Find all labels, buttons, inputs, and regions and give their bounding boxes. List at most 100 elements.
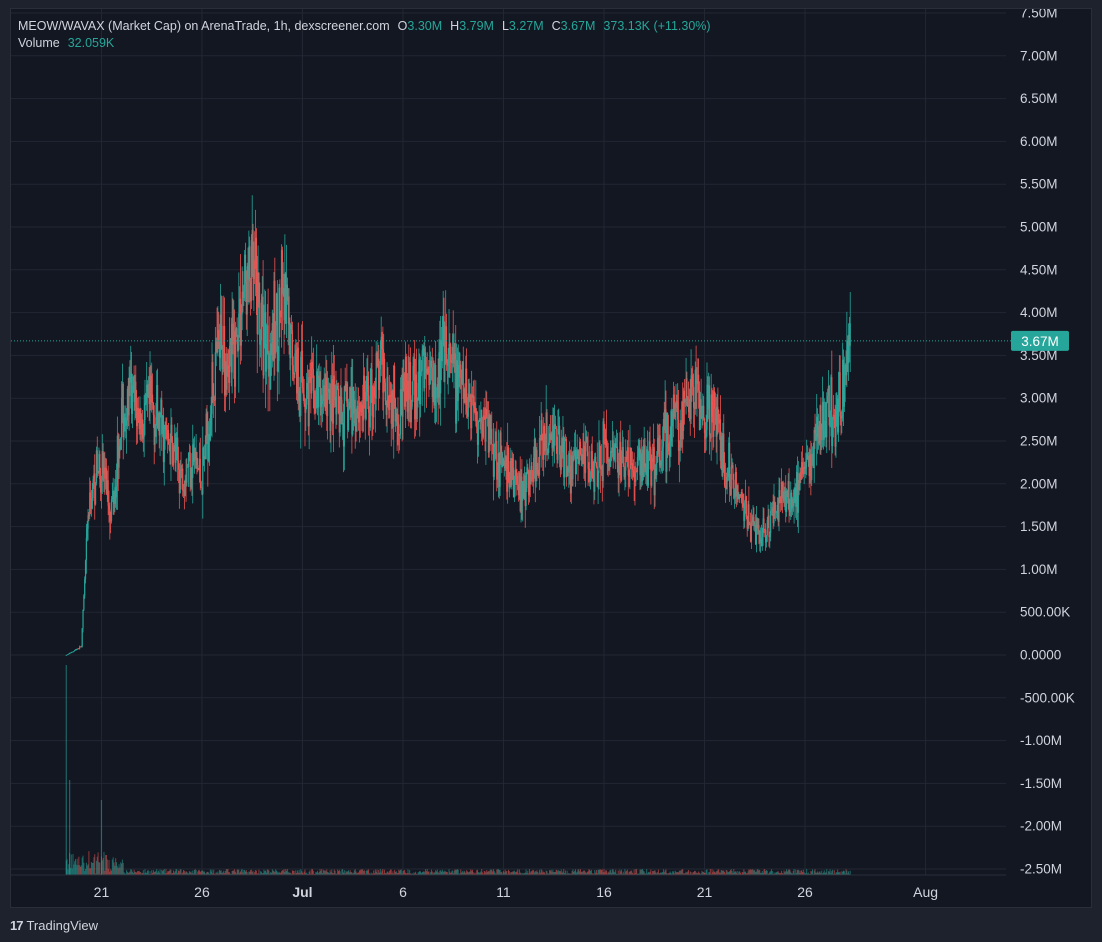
- candle-body: [805, 462, 807, 469]
- candle-body: [265, 343, 268, 372]
- candle-body: [397, 422, 399, 425]
- candle-body: [466, 368, 468, 413]
- y-tick-label: 2.50M: [1020, 434, 1058, 449]
- candle-body: [748, 504, 750, 526]
- symbol-title[interactable]: MEOW/WAVAX (Market Cap) on ArenaTrade, 1…: [18, 18, 390, 35]
- candle-body: [210, 414, 212, 426]
- y-tick-label: -500.00K: [1020, 690, 1075, 705]
- price-chart-svg[interactable]: -2.50M -2.00M -1.50M -1.00M -500.00K 0.0000 50…: [11, 9, 1093, 909]
- candle-body: [341, 399, 343, 425]
- candle-body: [346, 383, 348, 403]
- candle-body: [177, 437, 179, 461]
- candle-body: [765, 535, 768, 543]
- candle-body: [445, 326, 448, 364]
- y-tick-label: -1.50M: [1020, 776, 1062, 791]
- candle-body: [424, 352, 427, 369]
- candle-body: [473, 395, 475, 408]
- candle-body: [814, 429, 816, 434]
- candle-body: [86, 528, 88, 538]
- chart-area[interactable]: -2.50M -2.00M -1.50M -1.00M -500.00K 0.0000 50…: [10, 8, 1092, 908]
- volume-spike: [65, 665, 67, 875]
- candle-body: [763, 518, 765, 530]
- candle-body: [531, 465, 533, 471]
- candle-body: [835, 410, 837, 447]
- candle-body: [672, 419, 674, 427]
- candle-body: [118, 446, 120, 468]
- candle-body: [182, 468, 184, 491]
- candle-body: [512, 458, 514, 468]
- candle-body: [801, 462, 804, 474]
- candle-body: [636, 456, 639, 473]
- candle-body: [236, 328, 238, 345]
- candle-body: [244, 254, 247, 283]
- candle-body: [544, 435, 546, 452]
- candle-body: [371, 369, 373, 416]
- candle-body: [659, 435, 661, 466]
- candle-body: [660, 461, 662, 466]
- x-tick-label: 21: [94, 884, 110, 900]
- candle-body: [311, 361, 314, 369]
- candle-body: [259, 302, 261, 345]
- candle-body: [476, 411, 478, 428]
- candle-body: [326, 392, 329, 417]
- candle-body: [770, 510, 773, 512]
- candle-body: [454, 353, 456, 360]
- candle-body: [368, 395, 370, 413]
- candle-body: [730, 466, 732, 496]
- candle-body: [120, 397, 123, 439]
- last-price-text: 3.67M: [1021, 334, 1059, 349]
- candle-body: [373, 386, 376, 397]
- candle-body: [99, 453, 101, 480]
- candle-body: [606, 446, 608, 458]
- candle-body: [788, 481, 790, 512]
- candle-body: [429, 366, 431, 386]
- candle-body: [291, 330, 294, 366]
- candle-body: [631, 463, 634, 470]
- candle-body: [843, 371, 845, 407]
- candle-body: [318, 375, 320, 379]
- y-tick-label: 3.00M: [1020, 391, 1058, 406]
- volume-label[interactable]: Volume: [18, 35, 60, 52]
- candle-body: [357, 406, 359, 412]
- candle-body: [281, 249, 283, 294]
- candle-body: [497, 473, 499, 480]
- y-tick-label: 4.50M: [1020, 262, 1058, 277]
- volume-bar: [99, 862, 101, 875]
- candle-body: [507, 447, 510, 482]
- candle-body: [72, 651, 74, 653]
- tradingview-logo-icon: 17: [10, 917, 24, 933]
- candle-body: [400, 389, 402, 392]
- candle-body: [733, 479, 735, 499]
- branding[interactable]: 17 TradingView: [10, 914, 98, 936]
- candle-body: [305, 404, 307, 413]
- candle-body: [513, 479, 515, 498]
- candle-body: [823, 422, 825, 440]
- candle-body: [477, 421, 479, 445]
- candle-body: [516, 475, 518, 484]
- candle-body: [73, 651, 75, 652]
- candle-body: [383, 358, 386, 383]
- open-value: 3.30M: [407, 19, 443, 33]
- candle-body: [277, 360, 279, 372]
- candle-body: [515, 470, 517, 476]
- candle-body: [541, 420, 543, 441]
- candle-body: [212, 362, 214, 395]
- candle-body: [333, 375, 335, 400]
- candle-body: [573, 455, 575, 457]
- candle-body: [159, 412, 161, 436]
- candle-body: [586, 436, 588, 452]
- candle-body: [691, 375, 693, 387]
- candle-body: [839, 372, 841, 417]
- candle-body: [669, 441, 671, 456]
- candles: [65, 195, 851, 656]
- candle-body: [144, 403, 146, 421]
- candle-body: [131, 385, 134, 414]
- candle-body: [637, 451, 639, 457]
- candle-body: [218, 329, 220, 342]
- candle-body: [313, 390, 315, 409]
- candle-body: [179, 469, 181, 494]
- candle-body: [775, 511, 778, 513]
- candle-body: [774, 501, 776, 513]
- candle-body: [109, 508, 111, 521]
- candle-body: [553, 423, 556, 446]
